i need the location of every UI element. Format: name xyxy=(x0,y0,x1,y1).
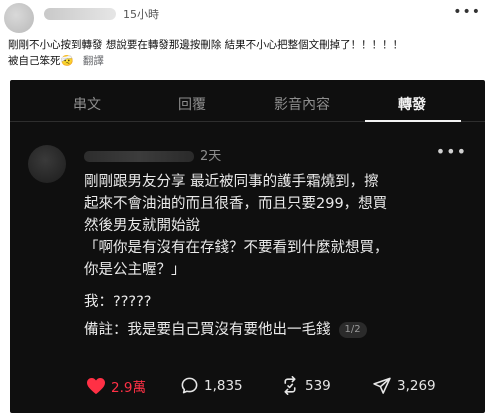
reply-line: 然後男友就開始說 xyxy=(84,218,200,234)
share-button[interactable]: 3,269 xyxy=(372,376,436,395)
reply-text: 剛剛跟男友分享 最近被同事的護手霜燒到，擦 起來不會油油的而且很香，而且只要29… xyxy=(84,171,479,341)
reply-line: 「啊你是有沒有在存錢？不要看到什麼就想買， xyxy=(84,240,389,256)
send-icon xyxy=(373,377,391,394)
comment-button[interactable]: 1,835 xyxy=(180,376,243,395)
reply-line: 我：????? xyxy=(84,294,152,310)
action-bar: 2.9萬 1,835 539 3,269 xyxy=(86,376,476,400)
post-text-line-1: 剛剛不小心按到轉發 想說要在轉發那邊按刪除 結果不小心把整個文刪掉了！！！！！ xyxy=(8,39,404,51)
heart-icon xyxy=(87,377,105,395)
repost-count: 539 xyxy=(305,377,331,394)
like-button[interactable]: 2.9萬 xyxy=(86,376,146,396)
post-time: 15小時 xyxy=(123,8,159,21)
comment-icon xyxy=(181,377,198,394)
reply-author-name-blurred xyxy=(84,151,194,162)
share-count: 3,269 xyxy=(397,377,436,394)
reply-more-icon[interactable]: ••• xyxy=(436,142,467,161)
post-header: 15小時 ••• xyxy=(0,0,501,34)
author-avatar[interactable] xyxy=(4,3,34,33)
comment-count: 1,835 xyxy=(204,377,243,394)
post-text-line-2: 被自己笨死🤕 xyxy=(8,55,74,67)
tab-replies[interactable]: 回覆 xyxy=(147,94,237,114)
like-count: 2.9萬 xyxy=(111,380,146,396)
page-indicator-badge: 1/2 xyxy=(338,322,367,338)
post-body: 剛剛不小心按到轉發 想說要在轉發那邊按刪除 結果不小心把整個文刪掉了！！！！！ … xyxy=(8,37,478,69)
tab-media[interactable]: 影音內容 xyxy=(257,94,347,114)
embedded-screenshot: 串文 回覆 影音內容 轉發 2天 ••• 剛剛跟男友分享 最近被同事的護手霜燒到… xyxy=(10,80,485,413)
reply-time: 2天 xyxy=(200,149,222,164)
tab-threads[interactable]: 串文 xyxy=(42,94,132,114)
author-name-blurred xyxy=(44,8,116,20)
reply-line: 剛剛跟男友分享 最近被同事的護手霜燒到，擦 xyxy=(84,174,379,190)
repost-icon xyxy=(284,376,296,395)
translate-link[interactable]: 翻譯 xyxy=(83,55,104,67)
reply-line-last: 備註：我是要自己買沒有要他出一毛錢 1/2 xyxy=(84,319,479,341)
tab-bar: 串文 回覆 影音內容 轉發 xyxy=(10,86,485,120)
tab-active-indicator xyxy=(365,120,461,122)
repost-button[interactable]: 539 xyxy=(280,376,331,395)
reply-avatar[interactable] xyxy=(28,145,66,183)
reply-line: 備註：我是要自己買沒有要他出一毛錢 xyxy=(84,322,331,338)
tab-reposts[interactable]: 轉發 xyxy=(367,94,457,114)
reply-line: 起來不會油油的而且很香，而且只要299，想買 xyxy=(84,196,388,212)
reply-line: 你是公主喔？」 xyxy=(84,262,186,278)
more-horizontal-icon[interactable]: ••• xyxy=(453,4,481,20)
